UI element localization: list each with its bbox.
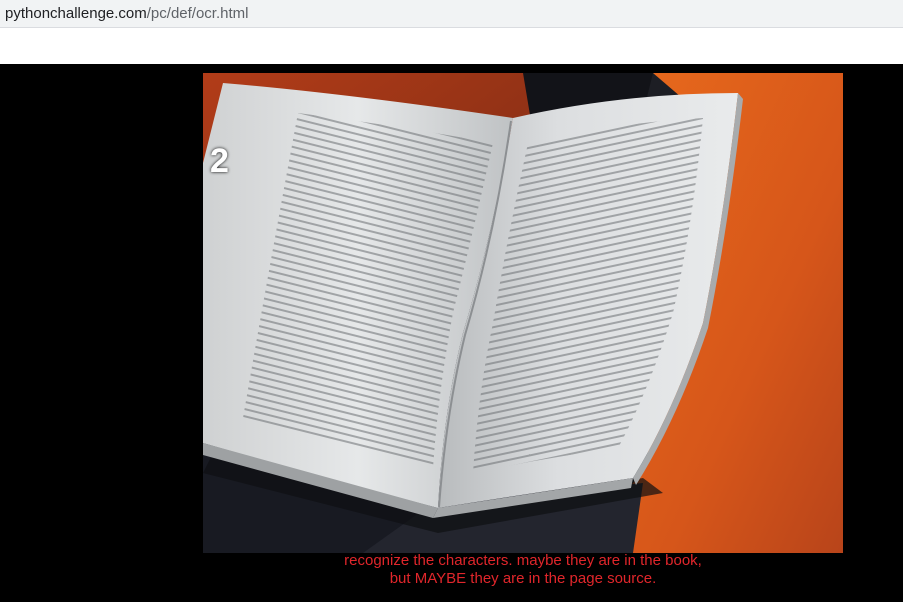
caption-line-1: recognize the characters. maybe they are… — [344, 552, 702, 569]
level-number-label: 2 — [210, 142, 229, 180]
url-text[interactable]: pythonchallenge.com/pc/def/ocr.html — [5, 5, 248, 23]
address-bar[interactable]: pythonchallenge.com/pc/def/ocr.html — [0, 0, 903, 28]
url-path: /pc/def/ocr.html — [146, 5, 249, 22]
caption-line-2: but MAYBE they are in the page source. — [389, 570, 657, 587]
book-photo — [203, 73, 843, 553]
url-host: pythonchallenge.com — [5, 5, 147, 22]
hint-caption: recognize the characters. maybe they are… — [203, 552, 843, 588]
browser-toolbar-strip — [0, 28, 903, 64]
page-content: 2 — [0, 64, 903, 602]
